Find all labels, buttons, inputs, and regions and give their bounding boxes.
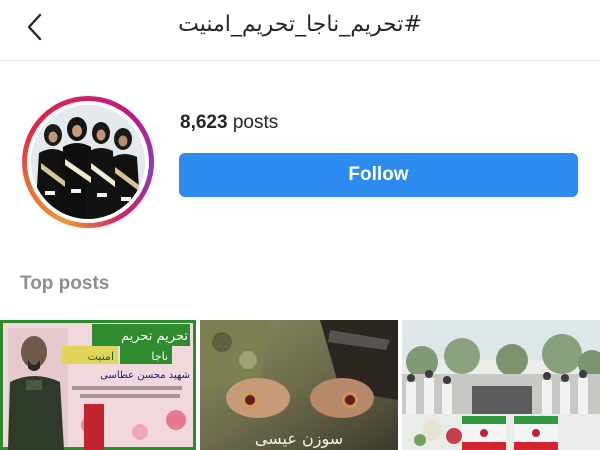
top-post-3[interactable]: [402, 320, 600, 450]
post-1-tag-text: امنیت: [88, 350, 114, 363]
chevron-left-icon: [27, 13, 42, 41]
avatar-image: [31, 105, 145, 219]
post-count-number: 8,623: [180, 112, 228, 133]
top-bar: #تحریم_ناجا_تحریم_امنیت: [0, 0, 600, 61]
post-2-overlay-text: سوزن عیسی: [255, 429, 343, 449]
hashtag-page: #تحریم_ناجا_تحریم_امنیت 8,623 posts Foll…: [0, 0, 600, 450]
top-post-1[interactable]: تحریم تحریم ناجا امنیت شهید محسن عطاسی: [0, 320, 196, 450]
post-1-image: تحریم تحریم ناجا امنیت شهید محسن عطاسی: [0, 320, 196, 450]
hashtag-avatar[interactable]: [22, 96, 154, 228]
post-count-label: posts: [232, 112, 279, 133]
post-3-image: [402, 320, 600, 450]
back-button[interactable]: [22, 10, 52, 44]
hashtag-title: #تحریم_ناجا_تحریم_امنیت: [178, 12, 422, 37]
top-posts-heading: Top posts: [20, 273, 110, 294]
post-1-name-text: شهید محسن عطاسی: [100, 370, 190, 381]
post-2-image: سوزن عیسی: [200, 320, 398, 450]
post-count: 8,623 posts: [180, 112, 278, 134]
post-1-subtitle-text: ناجا: [151, 350, 168, 363]
top-post-2[interactable]: سوزن عیسی: [200, 320, 398, 450]
follow-button[interactable]: Follow: [179, 153, 578, 197]
post-1-title-text: تحریم تحریم: [121, 329, 188, 344]
